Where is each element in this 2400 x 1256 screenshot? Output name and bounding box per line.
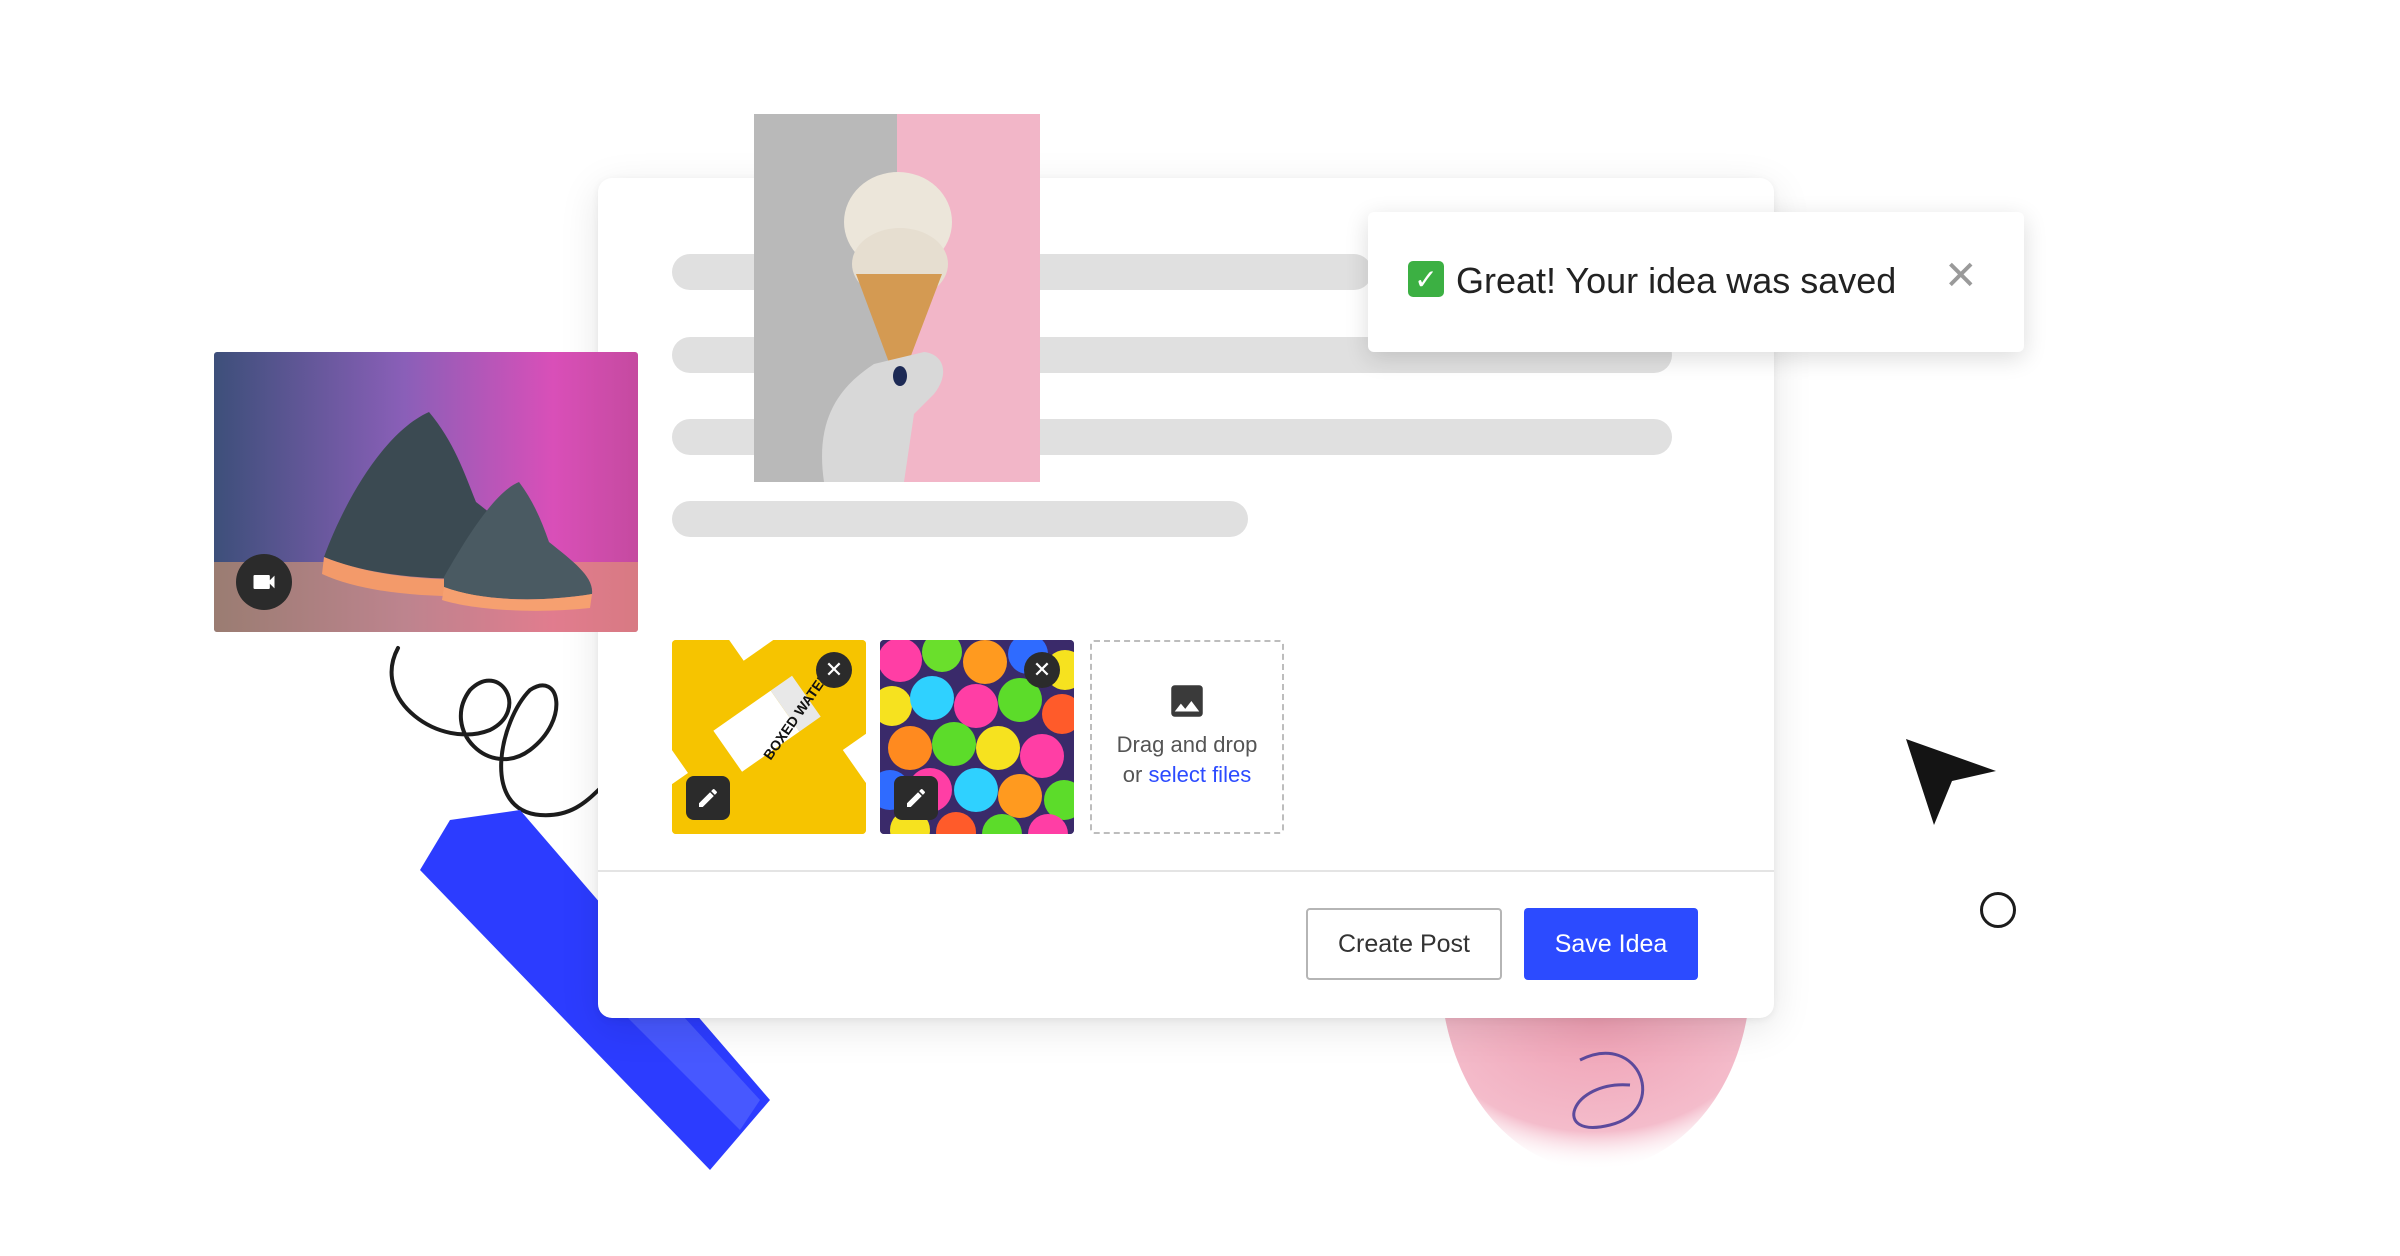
pencil-icon xyxy=(907,788,926,807)
dropzone-line1: Drag and drop xyxy=(1116,732,1258,757)
save-idea-button[interactable]: Save Idea xyxy=(1524,908,1698,980)
video-badge xyxy=(236,554,292,610)
pencil-icon xyxy=(699,788,718,807)
dropzone-or: or xyxy=(1122,762,1143,787)
create-post-button[interactable]: Create Post xyxy=(1306,908,1502,980)
toast-message: Great! Your idea was saved xyxy=(1456,260,1897,301)
edit-attachment-button[interactable] xyxy=(894,776,938,820)
check-mark-button-icon: ✓ xyxy=(1408,261,1444,297)
text-placeholder-line xyxy=(672,501,1248,537)
close-icon[interactable]: ✕ xyxy=(1944,256,1978,296)
mouse-pointer-icon xyxy=(1906,739,1996,825)
close-icon: ✕ xyxy=(1032,657,1052,682)
image-icon xyxy=(1092,680,1282,730)
attachment-thumbnail-boxed-water[interactable]: BOXED WATER ✕ xyxy=(672,640,866,834)
success-toast: ✓ Great! Your idea was saved ✕ xyxy=(1368,212,2024,352)
select-files-link[interactable]: select files xyxy=(1148,762,1251,787)
ice-cream-photo xyxy=(754,114,1040,482)
file-dropzone[interactable]: Drag and drop or select files xyxy=(1090,640,1284,834)
remove-attachment-button[interactable]: ✕ xyxy=(1024,652,1060,688)
video-camera-icon xyxy=(253,575,275,589)
close-icon: ✕ xyxy=(824,657,844,682)
attachment-thumbnail-gumballs[interactable]: ✕ xyxy=(880,640,1074,834)
card-footer-divider xyxy=(598,870,1774,872)
edit-attachment-button[interactable] xyxy=(686,776,730,820)
sneaker-video-thumbnail[interactable] xyxy=(214,352,638,632)
dropzone-line2: or select files xyxy=(1092,760,1282,790)
decorative-circle xyxy=(1980,892,2016,928)
remove-attachment-button[interactable]: ✕ xyxy=(816,652,852,688)
